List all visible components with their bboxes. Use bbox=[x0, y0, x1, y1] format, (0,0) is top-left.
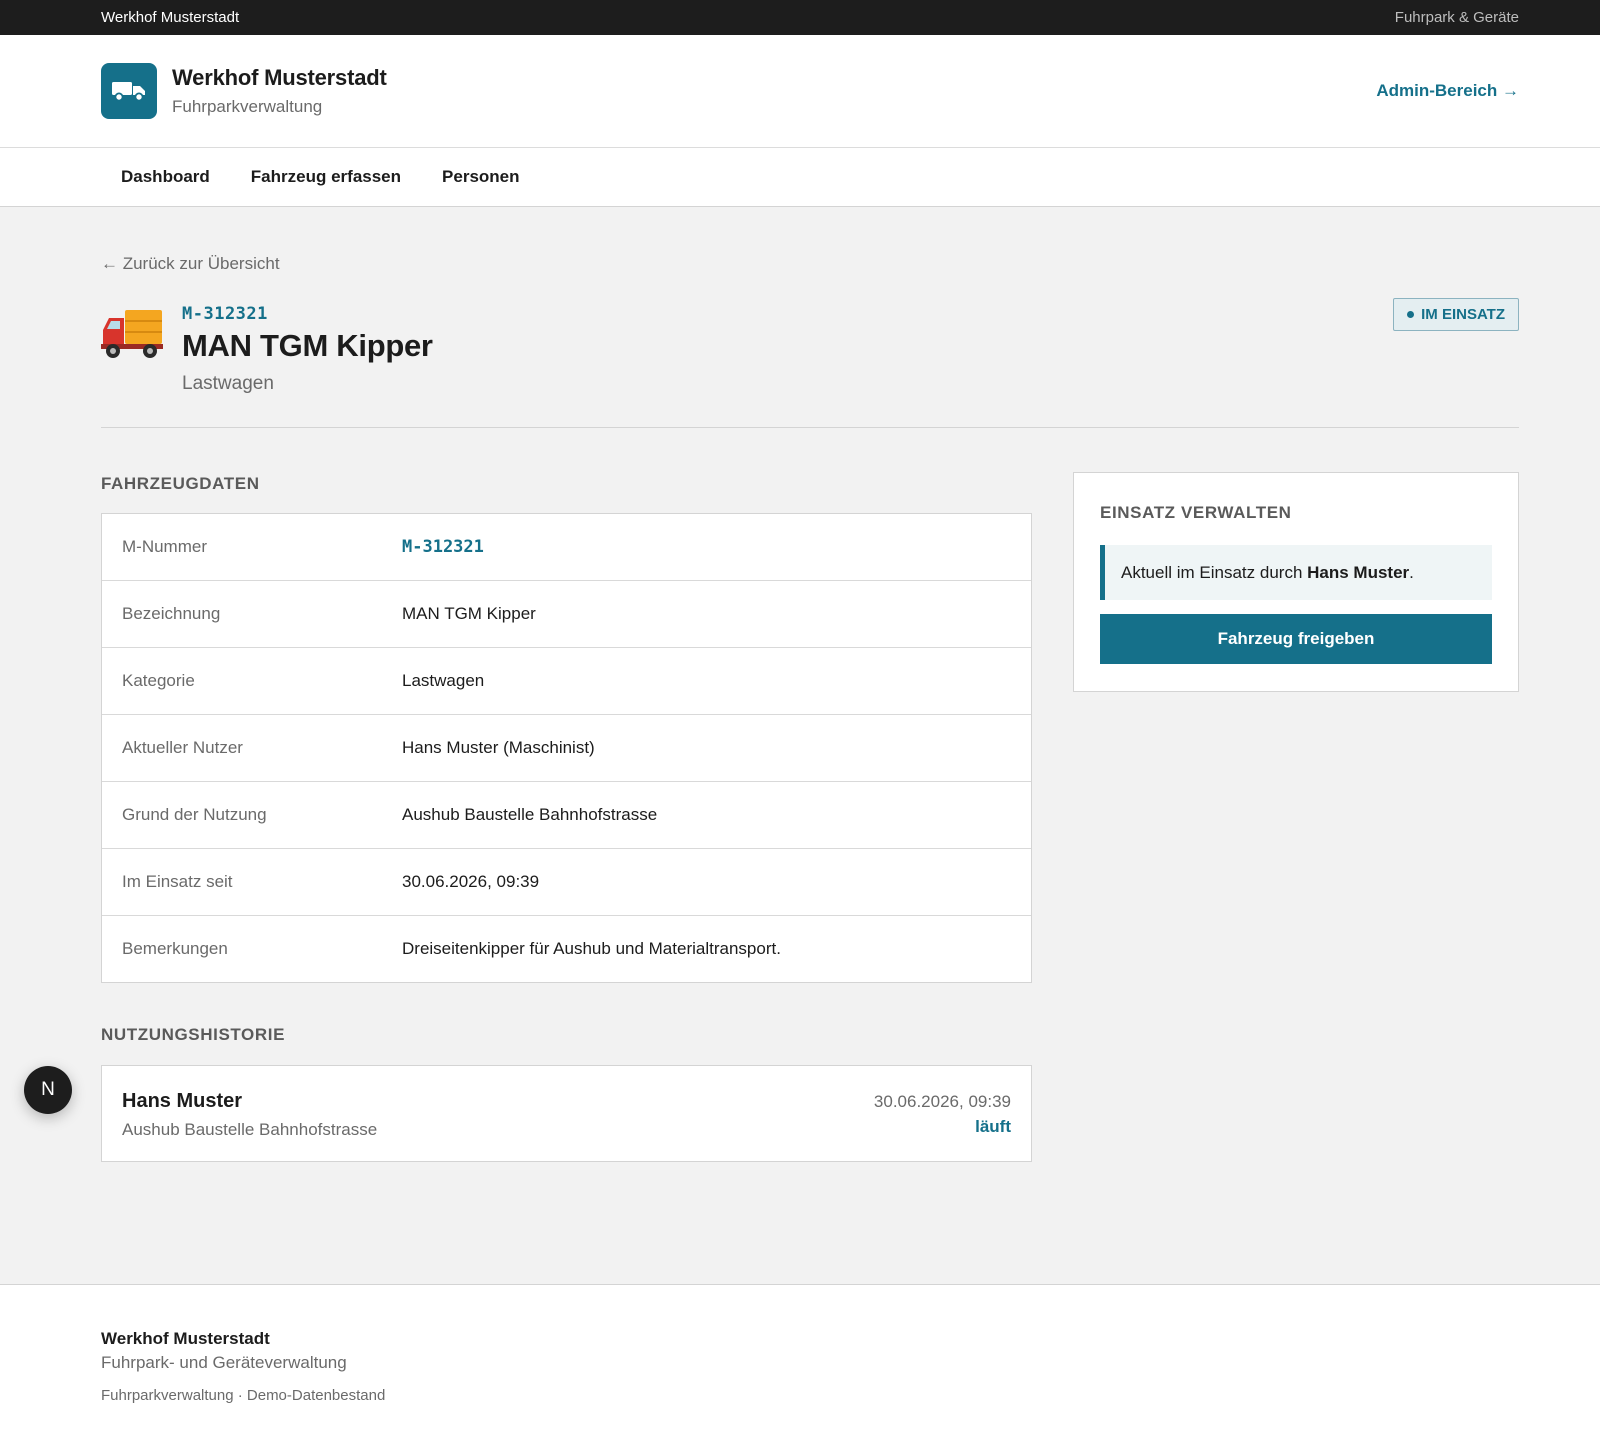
footer-title: Werkhof Musterstadt bbox=[101, 1329, 270, 1348]
history-status: läuft bbox=[975, 1117, 1011, 1136]
status-dot-icon bbox=[1407, 311, 1415, 318]
detail-key: Bemerkungen bbox=[122, 939, 228, 958]
main-nav: Dashboard Fahrzeug erfassen Personen bbox=[0, 148, 1600, 207]
history-reason: Aushub Baustelle Bahnhofstrasse bbox=[122, 1120, 378, 1139]
history-person: Hans Muster bbox=[122, 1090, 243, 1112]
note-prefix: Aktuell im Einsatz durch bbox=[1121, 562, 1308, 582]
nav-item-fahrzeug-erfassen[interactable]: Fahrzeug erfassen bbox=[251, 167, 401, 187]
note-person: Hans Muster bbox=[1307, 562, 1410, 582]
brand-subtitle: Fuhrparkverwaltung bbox=[172, 97, 323, 116]
assignment-note: Aktuell im Einsatz durch Hans Muster. bbox=[1100, 545, 1492, 600]
detail-row-grund: Grund der Nutzung Aushub Baustelle Bahnh… bbox=[102, 781, 1031, 848]
status-label: IM EINSATZ bbox=[1421, 306, 1505, 323]
detail-key: Im Einsatz seit bbox=[122, 872, 233, 891]
detail-row-aktueller-nutzer: Aktueller Nutzer Hans Muster (Maschinist… bbox=[102, 714, 1031, 781]
floating-n-button[interactable]: N bbox=[24, 1066, 72, 1114]
detail-row-bezeichnung: Bezeichnung MAN TGM Kipper bbox=[102, 580, 1031, 647]
detail-key: Grund der Nutzung bbox=[122, 805, 267, 824]
status-badge: IM EINSATZ bbox=[1393, 298, 1519, 331]
history-time: 30.06.2026, 09:39 bbox=[873, 1092, 1011, 1111]
detail-value: Lastwagen bbox=[402, 671, 485, 690]
detail-key: Kategorie bbox=[122, 671, 195, 690]
detail-value: Aushub Baustelle Bahnhofstrasse bbox=[402, 805, 658, 824]
details-title: FAHRZEUGDATEN bbox=[101, 474, 260, 493]
detail-value: Dreiseitenkipper für Aushub und Material… bbox=[402, 939, 781, 958]
vehicle-details-table: M-Nummer M-312321 Bezeichnung MAN TGM Ki… bbox=[101, 513, 1032, 983]
detail-row-bemerkungen: Bemerkungen Dreiseitenkipper für Aushub … bbox=[102, 915, 1031, 982]
panel-title: EINSATZ VERWALTEN bbox=[1100, 503, 1292, 522]
assignment-panel: EINSATZ VERWALTEN Aktuell im Einsatz dur… bbox=[1073, 472, 1519, 692]
footer-meta: Fuhrparkverwaltung · Demo-Datenbestand bbox=[101, 1387, 386, 1404]
vehicle-name: MAN TGM Kipper bbox=[182, 328, 433, 363]
brand-title: Werkhof Musterstadt bbox=[172, 65, 387, 90]
detail-row-m-nummer: M-Nummer M-312321 bbox=[102, 514, 1031, 580]
site-footer: Werkhof Musterstadt Fuhrpark- und Geräte… bbox=[0, 1284, 1600, 1447]
top-bar-org: Werkhof Musterstadt bbox=[101, 9, 240, 26]
detail-key: M-Nummer bbox=[122, 537, 207, 556]
nav-item-dashboard[interactable]: Dashboard bbox=[121, 167, 210, 187]
detail-key: Bezeichnung bbox=[122, 604, 221, 623]
admin-link[interactable]: Admin-Bereich → bbox=[1376, 81, 1519, 101]
footer-subtitle: Fuhrpark- und Geräteverwaltung bbox=[101, 1353, 347, 1372]
detail-value: 30.06.2026, 09:39 bbox=[402, 872, 540, 891]
brand[interactable]: Werkhof Musterstadt Fuhrparkverwaltung bbox=[101, 63, 387, 119]
history-title: NUTZUNGSHISTORIE bbox=[101, 1025, 286, 1044]
detail-row-einsatz-seit: Im Einsatz seit 30.06.2026, 09:39 bbox=[102, 848, 1031, 915]
vehicle-number: M-312321 bbox=[182, 304, 268, 324]
history-entry: Hans Muster Aushub Baustelle Bahnhofstra… bbox=[101, 1065, 1032, 1162]
nav-item-personen[interactable]: Personen bbox=[442, 167, 519, 187]
detail-value: MAN TGM Kipper bbox=[402, 604, 536, 623]
detail-row-kategorie: Kategorie Lastwagen bbox=[102, 647, 1031, 714]
vehicle-header: M-312321 MAN TGM Kipper Lastwagen IM EIN… bbox=[101, 298, 1519, 428]
top-bar: Werkhof Musterstadt Fuhrpark & Geräte bbox=[0, 0, 1600, 35]
detail-key: Aktueller Nutzer bbox=[122, 738, 243, 757]
dump-truck-icon bbox=[101, 306, 163, 365]
release-vehicle-button[interactable]: Fahrzeug freigeben bbox=[1100, 614, 1492, 664]
note-suffix: . bbox=[1409, 562, 1414, 582]
detail-value: Hans Muster (Maschinist) bbox=[402, 738, 595, 757]
truck-icon bbox=[101, 63, 157, 119]
top-bar-section: Fuhrpark & Geräte bbox=[1394, 9, 1519, 26]
site-header: Werkhof Musterstadt Fuhrparkverwaltung A… bbox=[0, 35, 1600, 148]
detail-value: M-312321 bbox=[402, 537, 484, 557]
vehicle-category: Lastwagen bbox=[182, 373, 274, 394]
back-link[interactable]: ← Zurück zur Übersicht bbox=[101, 254, 280, 274]
